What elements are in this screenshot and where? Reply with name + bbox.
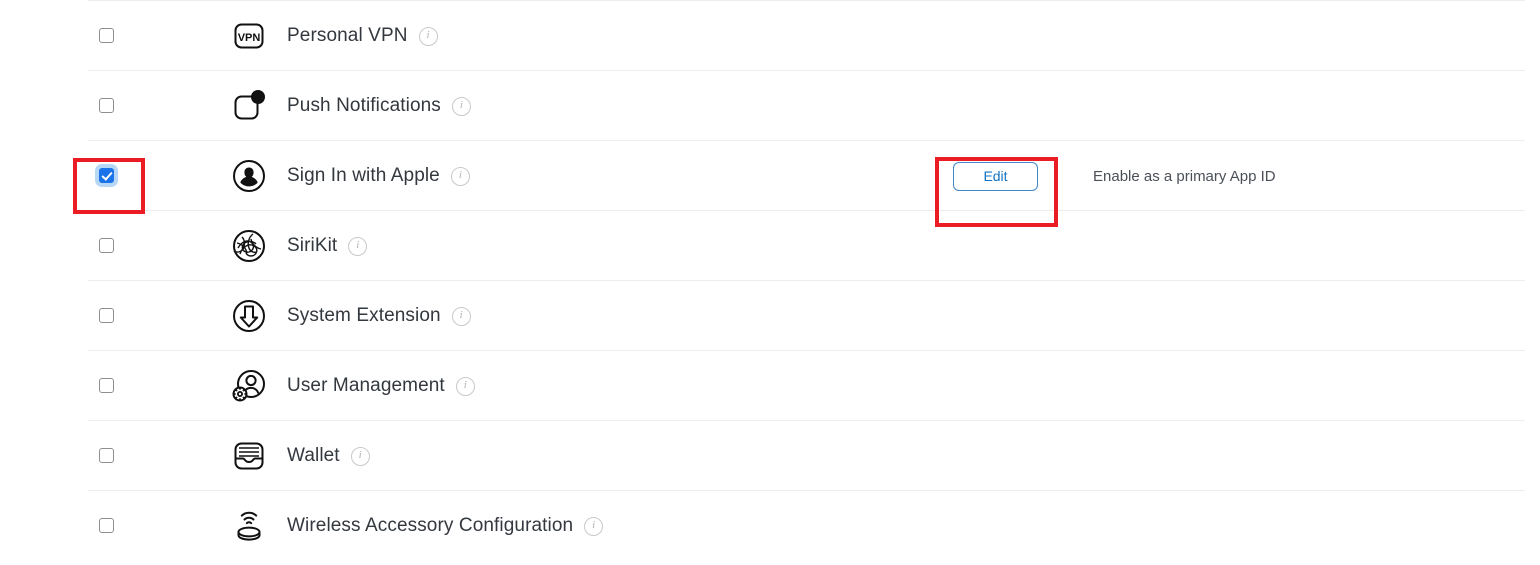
capability-row-sirikit[interactable]: SiriKit i bbox=[88, 210, 1525, 280]
info-icon[interactable]: i bbox=[348, 237, 368, 256]
push-notifications-icon bbox=[220, 88, 277, 124]
checkbox-cell bbox=[88, 518, 220, 533]
capability-label: Wallet bbox=[287, 444, 340, 466]
capability-label-wrap: Personal VPN i bbox=[277, 25, 438, 47]
capability-label-wrap: User Management i bbox=[277, 375, 475, 397]
capability-label-wrap: System Extension i bbox=[277, 305, 471, 327]
capability-label: SiriKit bbox=[287, 234, 338, 256]
edit-button[interactable]: Edit bbox=[953, 161, 1038, 191]
capability-checkbox-wallet[interactable] bbox=[99, 448, 114, 463]
checkbox-cell bbox=[88, 378, 220, 393]
capability-checkbox-user-management[interactable] bbox=[99, 378, 114, 393]
capability-row-user-management[interactable]: User Management i bbox=[88, 350, 1525, 420]
vpn-icon: VPN bbox=[220, 19, 277, 53]
capability-checkbox-sign-in-with-apple[interactable] bbox=[99, 168, 114, 183]
wallet-icon bbox=[220, 439, 277, 473]
checkbox-cell bbox=[88, 98, 220, 113]
wireless-accessory-icon bbox=[220, 507, 277, 545]
capability-label-wrap: SiriKit i bbox=[277, 234, 368, 257]
capability-label-wrap: Sign In with Apple i bbox=[277, 165, 470, 187]
capability-row-system-extension[interactable]: System Extension i bbox=[88, 280, 1525, 350]
capability-label-wrap: Push Notifications i bbox=[277, 95, 471, 117]
capability-label: System Extension bbox=[287, 304, 441, 326]
capability-label: Sign In with Apple bbox=[287, 164, 440, 186]
svg-text:VPN: VPN bbox=[237, 32, 260, 44]
capability-label: Wireless Accessory Configuration bbox=[287, 514, 574, 536]
info-icon[interactable]: i bbox=[350, 447, 370, 466]
checkbox-cell bbox=[88, 168, 220, 183]
info-icon[interactable]: i bbox=[451, 307, 471, 326]
system-extension-icon bbox=[220, 298, 277, 334]
info-icon[interactable]: i bbox=[455, 377, 475, 396]
checkbox-cell bbox=[88, 308, 220, 323]
capability-list: VPN Personal VPN i Push Notifications i bbox=[0, 0, 1540, 565]
capability-label: Personal VPN bbox=[287, 24, 408, 46]
capability-label: User Management bbox=[287, 374, 445, 396]
capability-checkbox-wireless-accessory-configuration[interactable] bbox=[99, 518, 114, 533]
capability-checkbox-push-notifications[interactable] bbox=[99, 98, 114, 113]
checkbox-cell bbox=[88, 28, 220, 43]
sirikit-icon bbox=[220, 228, 277, 264]
sign-in-with-apple-icon bbox=[220, 158, 277, 194]
capability-checkbox-personal-vpn[interactable] bbox=[99, 28, 114, 43]
info-icon[interactable]: i bbox=[418, 27, 438, 46]
primary-app-id-note: Enable as a primary App ID bbox=[1093, 167, 1276, 185]
capability-row-wireless-accessory-configuration[interactable]: Wireless Accessory Configuration i bbox=[88, 490, 1525, 560]
capability-row-push-notifications[interactable]: Push Notifications i bbox=[88, 70, 1525, 140]
info-icon[interactable]: i bbox=[451, 97, 471, 116]
sign-in-with-apple-actions: Edit Enable as a primary App ID bbox=[953, 141, 1276, 211]
info-icon[interactable]: i bbox=[584, 517, 604, 536]
capability-label: Push Notifications bbox=[287, 94, 441, 116]
info-icon[interactable]: i bbox=[450, 167, 470, 186]
capability-label-wrap: Wireless Accessory Configuration i bbox=[277, 514, 604, 537]
capability-checkbox-sirikit[interactable] bbox=[99, 238, 114, 253]
checkbox-cell bbox=[88, 238, 220, 253]
capability-checkbox-system-extension[interactable] bbox=[99, 308, 114, 323]
user-management-icon bbox=[220, 367, 277, 405]
capability-label-wrap: Wallet i bbox=[277, 445, 370, 467]
capability-row-personal-vpn[interactable]: VPN Personal VPN i bbox=[88, 0, 1525, 70]
capability-row-sign-in-with-apple[interactable]: Sign In with Apple i Edit Enable as a pr… bbox=[88, 140, 1525, 210]
checkbox-cell bbox=[88, 448, 220, 463]
capability-row-wallet[interactable]: Wallet i bbox=[88, 420, 1525, 490]
